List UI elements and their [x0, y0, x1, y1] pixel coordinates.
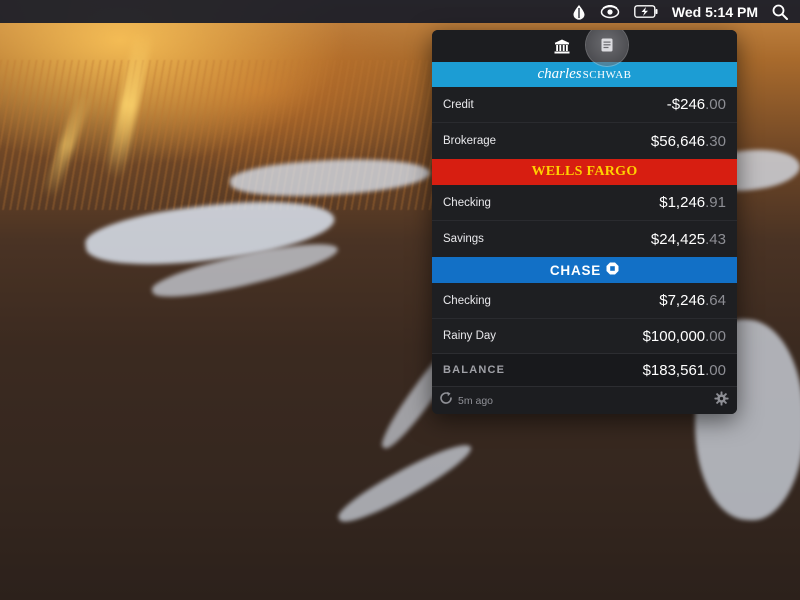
account-row[interactable]: Checking $1,246.91	[432, 185, 737, 221]
popover-footer: 5m ago	[432, 386, 737, 414]
clock[interactable]: Wed 5:14 PM	[672, 0, 758, 23]
account-amount: $1,246.91	[659, 194, 726, 211]
account-amount: $24,425.43	[650, 230, 726, 248]
gear-icon[interactable]	[714, 390, 729, 411]
bank-header-chase: CHASE	[432, 257, 737, 283]
balance-amount: $183,561.00	[642, 361, 726, 379]
account-amount: $56,646.30	[650, 132, 726, 150]
account-amount: $100,000.00	[642, 327, 726, 345]
bank-header-schwab: charles SCHWAB	[432, 62, 737, 87]
account-row[interactable]: Rainy Day $100,000.00	[432, 319, 737, 353]
search-icon[interactable]	[772, 0, 788, 23]
schwab-logo-caps: SCHWAB	[582, 68, 632, 81]
account-label: Credit	[443, 98, 474, 111]
last-updated-text: 5m ago	[458, 394, 494, 407]
chase-logo-text: CHASE	[549, 262, 602, 278]
account-row[interactable]: Savings $24,425.43	[432, 221, 737, 257]
accounts-popover: charles SCHWAB Credit -$246.00 Brokerage…	[432, 30, 737, 414]
account-label: Checking	[443, 196, 491, 209]
balance-label: BALANCE	[443, 364, 506, 376]
bank-icon[interactable]	[550, 30, 574, 62]
menu-bar: Wed 5:14 PM	[0, 0, 800, 23]
account-label: Checking	[443, 294, 491, 307]
account-amount: $7,246.64	[659, 292, 726, 309]
balance-row: BALANCE $183,561.00	[432, 353, 737, 386]
bank-header-wells-fargo: WELLS FARGO	[432, 159, 737, 185]
wells-fargo-logo: WELLS FARGO	[531, 164, 638, 179]
account-amount: -$246.00	[666, 96, 726, 113]
account-row[interactable]: Checking $7,246.64	[432, 283, 737, 319]
drop-icon[interactable]	[572, 0, 586, 23]
refresh-icon[interactable]	[439, 391, 453, 410]
chase-octagon-icon	[606, 262, 619, 278]
account-row[interactable]: Credit -$246.00	[432, 87, 737, 123]
wifi-eye-icon[interactable]	[600, 0, 620, 23]
account-label: Savings	[443, 233, 484, 245]
popover-toolbar	[432, 30, 737, 66]
battery-charging-icon[interactable]	[633, 0, 658, 23]
account-row[interactable]: Brokerage $56,646.30	[432, 123, 737, 159]
account-label: Rainy Day	[443, 330, 497, 342]
account-label: Brokerage	[443, 135, 497, 147]
document-icon[interactable]	[586, 30, 628, 66]
schwab-logo-script: charles	[537, 66, 582, 82]
